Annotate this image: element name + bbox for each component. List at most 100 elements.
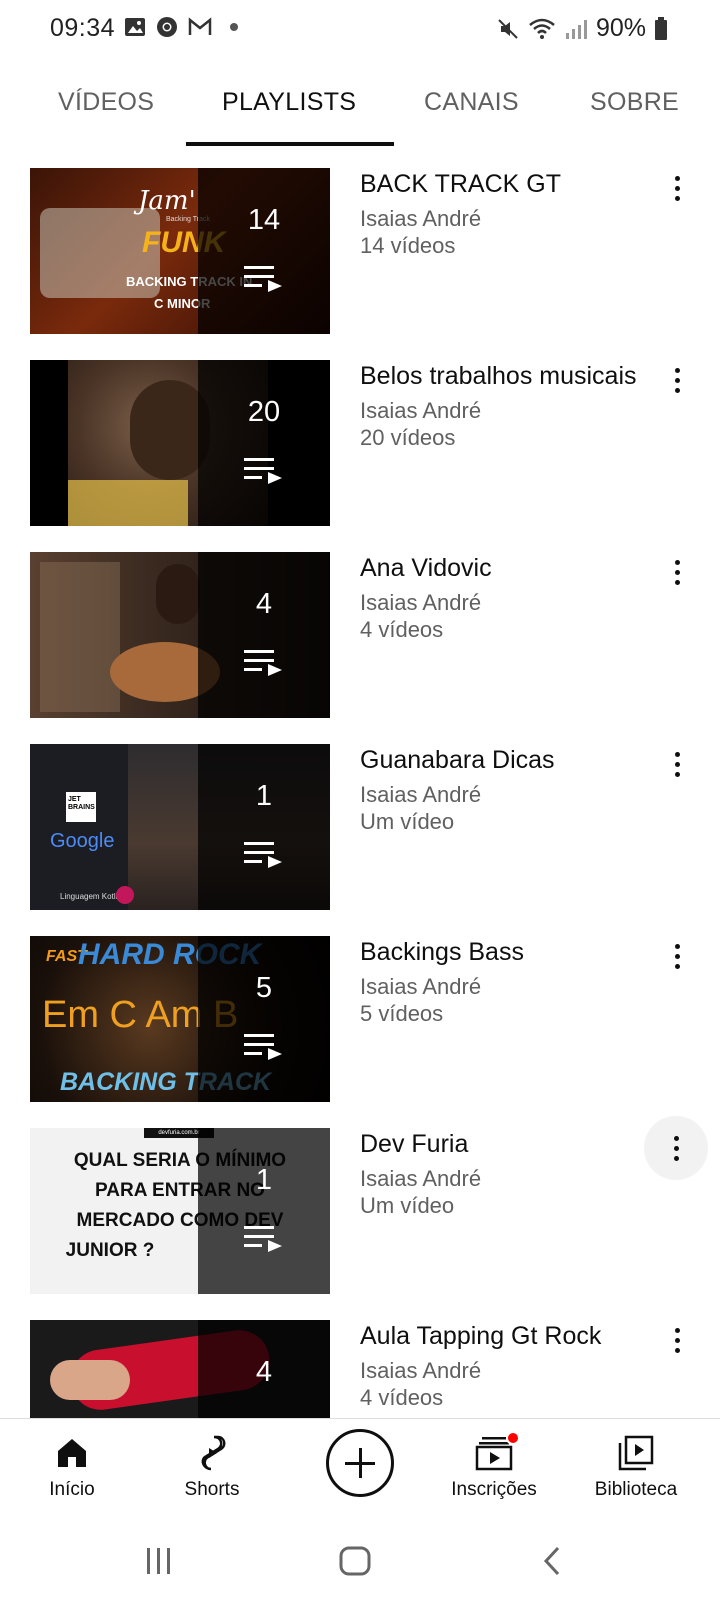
- playlist-thumbnail[interactable]: devfuria.com.br QUAL SERIA O MÍNIMO PARA…: [30, 1128, 330, 1294]
- count-overlay: [198, 936, 330, 1102]
- playlist-thumbnail[interactable]: 20: [30, 360, 330, 526]
- count-overlay: [198, 1128, 330, 1294]
- home-icon: [58, 1439, 86, 1467]
- shorts-icon: [201, 1435, 226, 1471]
- playlist-thumbnail[interactable]: 4: [30, 1320, 330, 1418]
- playlist-item[interactable]: FAST HARD ROCK Em C Am B BACKING TRACK 5…: [0, 928, 720, 1102]
- more-options-icon[interactable]: [662, 358, 692, 402]
- playlist-icon: [244, 266, 282, 292]
- create-icon[interactable]: [326, 1429, 394, 1497]
- video-count: 1: [255, 780, 273, 812]
- status-notification-icons: [124, 16, 238, 38]
- tab-sobre[interactable]: SOBRE: [590, 88, 679, 117]
- video-count: 5: [255, 972, 273, 1004]
- count-overlay: [198, 744, 330, 910]
- more-options-icon[interactable]: [662, 166, 692, 210]
- channel-tabs: VÍDEOS PLAYLISTS CANAIS SOBRE: [0, 62, 720, 148]
- thumb-text: JET BRAINS: [68, 796, 95, 811]
- playlist-thumbnail[interactable]: JET BRAINS Google Linguagem Kotlin 1: [30, 744, 330, 910]
- playlist-channel: Isaias André: [360, 590, 482, 615]
- count-overlay: [198, 360, 330, 526]
- video-count: 1: [255, 1164, 273, 1196]
- status-system-icons: 90%: [496, 14, 668, 43]
- nav-subscriptions[interactable]: Inscrições: [424, 1431, 564, 1501]
- count-overlay: [198, 552, 330, 718]
- playlist-item[interactable]: devfuria.com.br QUAL SERIA O MÍNIMO PARA…: [0, 1116, 720, 1294]
- playlist-title[interactable]: Guanabara Dicas: [360, 746, 555, 775]
- playlist-item[interactable]: JET BRAINS Google Linguagem Kotlin 1 Gua…: [0, 736, 720, 910]
- more-options-icon[interactable]: [662, 934, 692, 978]
- notification-dot: [506, 1431, 520, 1445]
- tab-playlists[interactable]: PLAYLISTS: [222, 88, 356, 117]
- playlist-video-count: Um vídeo: [360, 809, 455, 834]
- video-count: 14: [247, 204, 281, 236]
- signal-icon: [565, 19, 587, 39]
- playlist-video-count: 14 vídeos: [360, 233, 456, 258]
- nav-library-label: Biblioteca: [594, 1479, 678, 1500]
- playlist-icon: [244, 842, 282, 868]
- tab-videos[interactable]: VÍDEOS: [58, 88, 154, 117]
- video-count: 4: [255, 1356, 273, 1388]
- playlist-list[interactable]: Jam' Backing Track FUNK BACKING TRACK IN…: [0, 160, 720, 1418]
- nav-home-label: Início: [49, 1479, 95, 1500]
- playlist-video-count: 5 vídeos: [360, 1001, 444, 1026]
- gmail-icon: [188, 17, 212, 35]
- playlist-item[interactable]: 4 Ana Vidovic Isaias André 4 vídeos: [0, 544, 720, 718]
- playlist-video-count: Um vídeo: [360, 1193, 455, 1218]
- playlist-channel: Isaias André: [360, 782, 482, 807]
- video-count: 20: [247, 396, 281, 428]
- battery-percent: 90%: [595, 14, 646, 42]
- count-overlay: [198, 168, 330, 334]
- tab-canais[interactable]: CANAIS: [424, 88, 519, 117]
- thumb-text: Linguagem Kotlin: [60, 892, 122, 901]
- battery-icon: [655, 16, 667, 40]
- back-icon[interactable]: [540, 1546, 564, 1576]
- nav-shorts[interactable]: Shorts: [142, 1433, 282, 1501]
- playlist-channel: Isaias André: [360, 974, 482, 999]
- playlist-item[interactable]: 20 Belos trabalhos musicais Isaias André…: [0, 352, 720, 526]
- thumb-text: Google: [50, 830, 115, 852]
- playlist-title[interactable]: Aula Tapping Gt Rock: [360, 1322, 601, 1351]
- recent-apps-icon[interactable]: [144, 1546, 174, 1576]
- playlist-video-count: 4 vídeos: [360, 617, 444, 642]
- playlist-icon: [244, 458, 282, 484]
- playlist-item[interactable]: Jam' Backing Track FUNK BACKING TRACK IN…: [0, 160, 720, 334]
- playlist-thumbnail[interactable]: Jam' Backing Track FUNK BACKING TRACK IN…: [30, 168, 330, 334]
- playlist-icon: [244, 1034, 282, 1060]
- wifi-icon: [529, 18, 555, 39]
- video-count: 4: [255, 588, 273, 620]
- more-options-icon[interactable]: [662, 1318, 692, 1362]
- more-options-icon[interactable]: [662, 742, 692, 786]
- nav-library[interactable]: Biblioteca: [566, 1433, 706, 1501]
- gallery-icon: [125, 18, 145, 36]
- mute-icon: [498, 18, 518, 39]
- playlist-video-count: 4 vídeos: [360, 1385, 444, 1410]
- playlist-icon: [244, 1226, 282, 1252]
- nav-shorts-label: Shorts: [184, 1479, 240, 1500]
- status-bar: 09:34 90%: [0, 0, 720, 60]
- playlist-title[interactable]: Backings Bass: [360, 938, 524, 967]
- playlist-item[interactable]: 4 Aula Tapping Gt Rock Isaias André 4 ví…: [0, 1312, 720, 1418]
- playlist-thumbnail[interactable]: FAST HARD ROCK Em C Am B BACKING TRACK 5: [30, 936, 330, 1102]
- thumb-text: Jam': [138, 186, 196, 216]
- playlist-channel: Isaias André: [360, 206, 482, 231]
- playlist-channel: Isaias André: [360, 1166, 482, 1191]
- nav-subscriptions-label: Inscrições: [451, 1479, 537, 1500]
- home-button-icon[interactable]: [338, 1546, 372, 1576]
- playlist-thumbnail[interactable]: 4: [30, 552, 330, 718]
- status-time: 09:34: [50, 14, 116, 42]
- more-notifications-icon: [230, 23, 238, 31]
- playlist-video-count: 20 vídeos: [360, 425, 456, 450]
- system-navigation-bar: [0, 1518, 720, 1600]
- bottom-navigation: Início Shorts Inscrições Biblioteca: [0, 1418, 720, 1518]
- playlist-title[interactable]: Ana Vidovic: [360, 554, 492, 583]
- more-options-icon[interactable]: [644, 1116, 708, 1180]
- active-tab-indicator: [186, 142, 394, 146]
- nav-home[interactable]: Início: [2, 1433, 142, 1501]
- playlist-title[interactable]: Belos trabalhos musicais: [360, 362, 637, 391]
- chrome-icon: [157, 17, 177, 37]
- playlist-title[interactable]: Dev Furia: [360, 1130, 468, 1159]
- playlist-title[interactable]: BACK TRACK GT: [360, 170, 561, 199]
- playlist-channel: Isaias André: [360, 398, 482, 423]
- more-options-icon[interactable]: [662, 550, 692, 594]
